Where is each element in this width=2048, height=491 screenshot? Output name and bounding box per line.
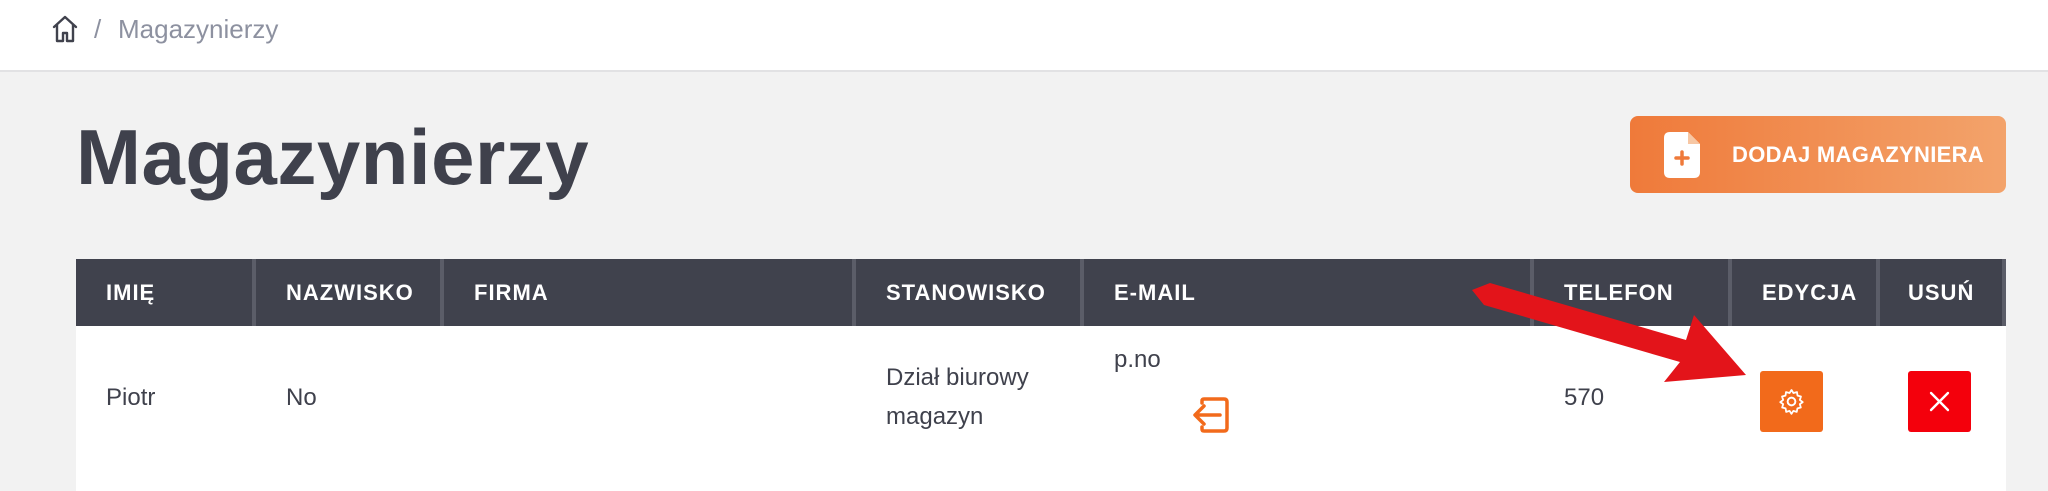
column-divider: [440, 259, 444, 326]
column-header-company: FIRMA: [474, 280, 549, 305]
top-bar: / Magazynierzy: [0, 0, 2048, 72]
table-row-partial: [76, 476, 2006, 491]
gear-icon: [1779, 389, 1804, 415]
table-row: Piotr No Dział biurowy magazyn p.no 570: [76, 326, 2006, 476]
column-divider: [1530, 259, 1534, 326]
column-header-first-name: IMIĘ: [106, 280, 156, 305]
breadcrumb-separator: /: [94, 14, 102, 44]
column-header-email: E-MAIL: [1114, 280, 1196, 305]
add-storekeeper-label: DODAJ MAGAZYNIERA: [1732, 142, 1984, 167]
cell-first-name: Piotr: [106, 384, 156, 411]
delete-button[interactable]: [1908, 371, 1971, 432]
cell-last-name: No: [286, 384, 317, 411]
column-divider: [2002, 259, 2006, 326]
cell-phone: 570: [1564, 384, 1605, 411]
home-icon[interactable]: [50, 14, 80, 44]
close-icon: [1929, 391, 1950, 412]
add-storekeeper-button[interactable]: DODAJ MAGAZYNIERA: [1630, 116, 2006, 193]
column-header-position: STANOWISKO: [886, 280, 1046, 305]
page-title: Magazynierzy: [76, 113, 590, 201]
column-divider: [252, 259, 256, 326]
column-divider: [1876, 259, 1880, 326]
breadcrumb-current: Magazynierzy: [118, 14, 279, 44]
column-header-delete: USUŃ: [1908, 280, 1975, 305]
table-header: IMIĘ NAZWISKO FIRMA STANOWISKO E-MAIL TE…: [76, 259, 2006, 326]
document-plus-icon: [1664, 132, 1700, 178]
cell-email: p.no: [1114, 346, 1161, 373]
storekeepers-table: IMIĘ NAZWISKO FIRMA STANOWISKO E-MAIL TE…: [76, 259, 2006, 491]
edit-button[interactable]: [1760, 371, 1823, 432]
column-divider: [852, 259, 856, 326]
cell-position-line2: magazyn: [886, 403, 984, 430]
login-arrow-icon[interactable]: [1190, 397, 1230, 433]
column-divider: [1728, 259, 1732, 326]
cell-position-line1: Dział biurowy: [886, 364, 1029, 391]
column-header-phone: TELEFON: [1564, 280, 1674, 305]
column-header-edit: EDYCJA: [1762, 280, 1858, 305]
column-header-last-name: NAZWISKO: [286, 280, 414, 305]
column-divider: [1080, 259, 1084, 326]
